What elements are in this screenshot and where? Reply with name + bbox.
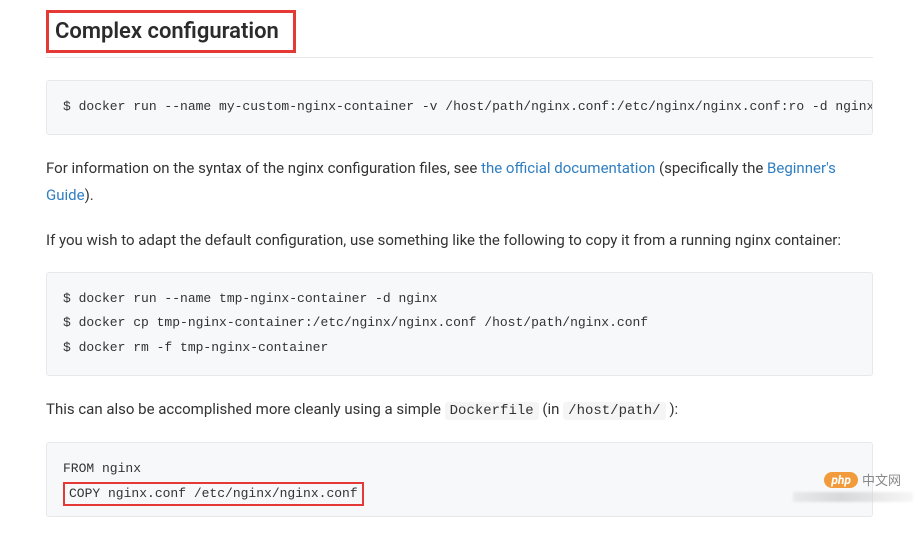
watermark-logo: php (824, 472, 858, 488)
text-mid: (specifically the (655, 159, 767, 177)
text-mid-inline: (in (539, 400, 564, 418)
text-post: ). (85, 186, 94, 204)
dockerfile-copy-highlight: COPY nginx.conf /etc/nginx/nginx.conf (63, 482, 364, 507)
dockerfile-line-from: FROM nginx (63, 461, 141, 476)
watermark: php 中文网 (824, 470, 901, 489)
code-block-copy-config: $ docker run --name tmp-nginx-container … (46, 272, 873, 376)
paragraph-docs-info: For information on the syntax of the ngi… (46, 155, 873, 209)
inline-code-hostpath: /host/path/ (563, 402, 665, 420)
code-block-run-custom: $ docker run --name my-custom-nginx-cont… (46, 80, 873, 135)
footer-smudge (793, 492, 913, 502)
heading-divider (46, 57, 873, 58)
text-pre-link: For information on the syntax of the ngi… (46, 159, 481, 177)
heading-highlight-box: Complex configuration (46, 10, 296, 53)
link-official-docs[interactable]: the official documentation (481, 159, 655, 177)
paragraph-dockerfile: This can also be accomplished more clean… (46, 396, 873, 424)
paragraph-adapt-default: If you wish to adapt the default configu… (46, 227, 873, 254)
code-block-dockerfile: FROM nginx COPY nginx.conf /etc/nginx/ng… (46, 442, 873, 517)
text-pre-inline: This can also be accomplished more clean… (46, 400, 445, 418)
section-heading: Complex configuration (55, 19, 279, 44)
inline-code-dockerfile: Dockerfile (445, 402, 539, 420)
watermark-text: 中文网 (862, 470, 901, 489)
text-post-inline: ): (666, 400, 679, 418)
